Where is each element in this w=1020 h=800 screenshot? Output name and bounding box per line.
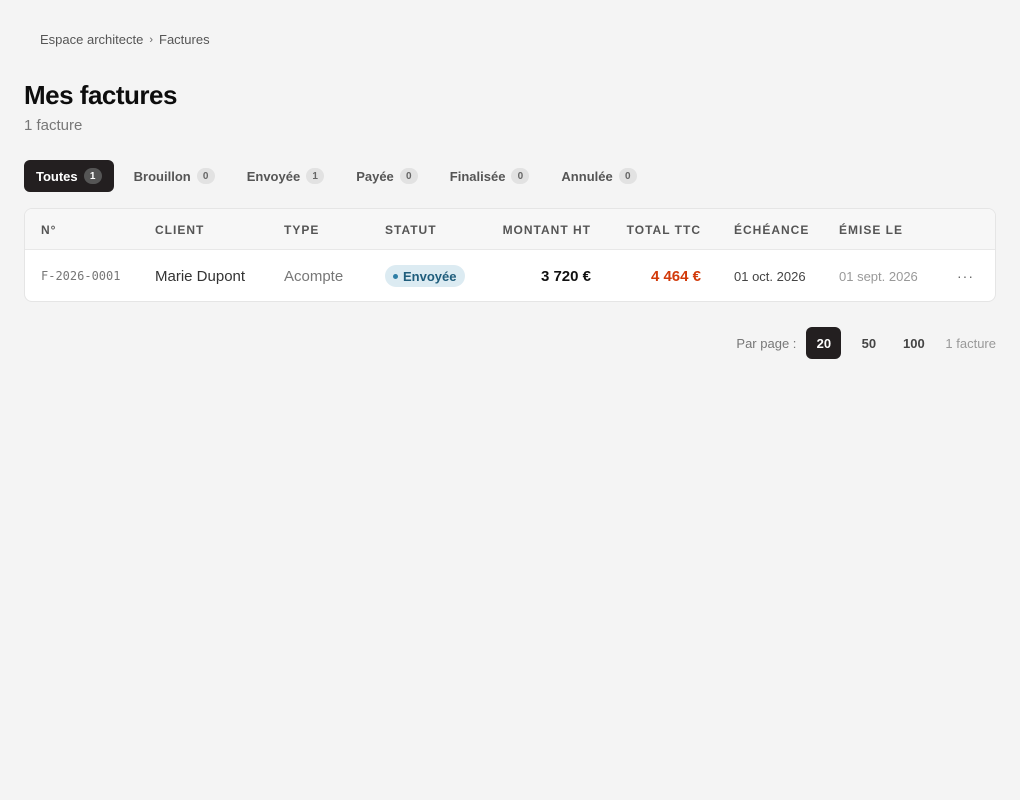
breadcrumb: Espace architecte › Factures: [40, 32, 210, 47]
tab-count-badge: 0: [618, 168, 637, 184]
invoice-due-date: 01 oct. 2026: [734, 268, 806, 284]
tab-toutes[interactable]: Toutes 1: [24, 160, 114, 192]
invoice-issued-date: 01 sept. 2026: [839, 268, 918, 284]
status-badge-label: Envoyée: [403, 268, 457, 284]
tab-payee[interactable]: Payée 0: [344, 160, 430, 192]
tab-label: Brouillon: [133, 168, 191, 184]
tab-envoyee[interactable]: Envoyée 1: [235, 160, 336, 192]
tab-count-badge: 0: [511, 168, 530, 184]
row-actions-more-icon[interactable]: ···: [957, 268, 974, 284]
invoice-client: Marie Dupont: [155, 267, 246, 285]
per-page-option-50[interactable]: 50: [851, 327, 886, 359]
column-header-total-ttc[interactable]: TOTAL TTC: [627, 223, 701, 237]
pagination: Par page : 20 50 100 1 facture: [736, 327, 996, 359]
breadcrumb-link-espace-architecte[interactable]: Espace architecte: [40, 32, 143, 47]
invoice-amount-ht: 3 720 €: [540, 267, 591, 285]
tab-finalisee[interactable]: Finalisée 0: [438, 160, 542, 192]
breadcrumb-current: Factures: [159, 32, 210, 47]
breadcrumb-chevron-icon: ›: [149, 33, 154, 46]
column-header-issued-date[interactable]: ÉMISE LE: [839, 223, 903, 237]
tab-annulee[interactable]: Annulée 0: [549, 160, 648, 192]
invoice-number[interactable]: F-2026-0001: [41, 269, 120, 283]
column-header-type[interactable]: TYPE: [284, 223, 319, 237]
invoice-total-ttc: 4 464 €: [650, 267, 701, 285]
per-page-option-20[interactable]: 20: [806, 327, 842, 359]
page-subtitle: 1 facture: [24, 117, 83, 134]
tab-label: Payée: [356, 168, 394, 184]
column-header-due-date[interactable]: ÉCHÉANCE: [734, 223, 809, 237]
page-title: Mes factures: [24, 80, 177, 110]
invoices-table: N° CLIENT TYPE STATUT MONTANT HT TOTAL T…: [24, 208, 996, 302]
status-filter-tabs: Toutes 1 Brouillon 0 Envoyée 1 Payée 0 F…: [24, 160, 657, 192]
tab-count-badge: 0: [196, 168, 215, 184]
tab-label: Envoyée: [246, 168, 301, 184]
tab-count-badge: 0: [399, 168, 418, 184]
tab-label: Toutes: [36, 168, 78, 184]
table-header: N° CLIENT TYPE STATUT MONTANT HT TOTAL T…: [25, 209, 995, 250]
tab-count-badge: 1: [83, 168, 102, 184]
tab-label: Annulée: [561, 168, 613, 184]
table-row[interactable]: F-2026-0001 Marie Dupont Acompte Envoyée…: [25, 250, 995, 301]
invoice-type: Acompte: [284, 267, 344, 285]
column-header-status[interactable]: STATUT: [385, 223, 437, 237]
per-page-option-100[interactable]: 100: [896, 327, 931, 359]
column-header-amount-ht[interactable]: MONTANT HT: [503, 223, 591, 237]
tab-label: Finalisée: [449, 168, 506, 184]
column-header-client[interactable]: CLIENT: [155, 223, 204, 237]
pagination-total: 1 facture: [945, 335, 996, 351]
status-badge: Envoyée: [385, 265, 466, 287]
tab-brouillon[interactable]: Brouillon 0: [122, 160, 227, 192]
per-page-label: Par page :: [736, 335, 797, 351]
column-header-number[interactable]: N°: [41, 223, 56, 237]
tab-count-badge: 1: [306, 168, 325, 184]
status-dot-icon: [393, 273, 398, 279]
